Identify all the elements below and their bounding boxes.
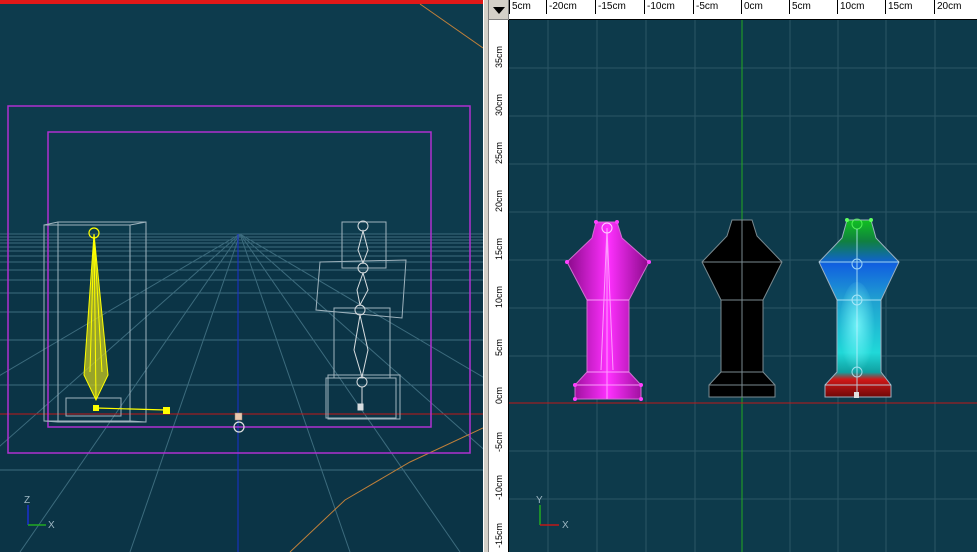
axis-gizmo: Z X xyxy=(24,495,55,531)
gizmo-x-label: X xyxy=(48,520,55,531)
axis-gizmo: Y X xyxy=(536,495,569,531)
gizmo-y-label: Y xyxy=(536,495,543,506)
front-scene[interactable]: Y X xyxy=(489,0,977,552)
right-skeleton[interactable] xyxy=(353,220,369,411)
perspective-viewport[interactable]: Z X xyxy=(0,0,483,552)
gizmo-x-label: X xyxy=(562,520,569,531)
sky-area xyxy=(0,4,483,234)
front-viewport[interactable]: 5cm -20cm -15cm -10cm -5cm 0cm 5cm 10cm … xyxy=(489,0,977,552)
gizmo-z-label: Z xyxy=(24,495,30,506)
origin-marker[interactable] xyxy=(233,412,245,433)
perspective-grid xyxy=(0,233,483,552)
perspective-scene[interactable]: Z X xyxy=(0,0,483,552)
magenta-weighted-mesh[interactable] xyxy=(565,220,651,401)
